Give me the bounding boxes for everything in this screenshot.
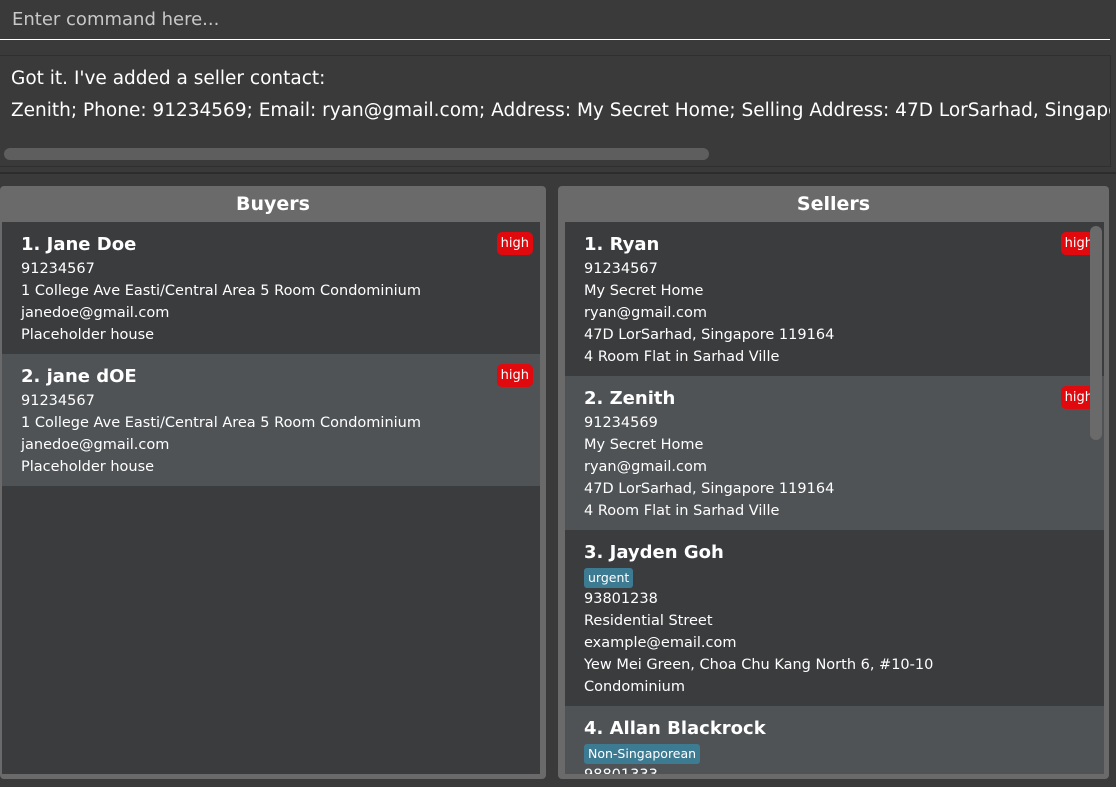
buyer-house: Placeholder house: [21, 327, 155, 343]
seller-address: My Secret Home: [584, 437, 704, 453]
seller-card[interactable]: 4. Allan Blackrock Non-Singaporean 98801…: [565, 706, 1104, 774]
buyer-phone: 91234567: [21, 393, 95, 409]
result-message-line-2: Zenith; Phone: 91234569; Email: ryan@gma…: [11, 100, 1111, 121]
seller-email: example@email.com: [584, 635, 737, 651]
buyer-address: 1 College Ave Easti/Central Area 5 Room …: [21, 283, 421, 299]
seller-card[interactable]: 3. Jayden Goh urgent 93801238 Residentia…: [565, 530, 1104, 706]
seller-address: Residential Street: [584, 613, 713, 629]
buyer-email: janedoe@gmail.com: [21, 437, 170, 453]
buyer-card[interactable]: 1. Jane Doe high 91234567 1 College Ave …: [2, 222, 540, 354]
buyer-email: janedoe@gmail.com: [21, 305, 170, 321]
tag-badge: urgent: [584, 568, 634, 588]
seller-email: ryan@gmail.com: [584, 305, 707, 321]
seller-card[interactable]: 1. Ryan high 91234567 My Secret Home rya…: [565, 222, 1104, 376]
command-box: [0, 0, 1116, 46]
seller-phone: 93801238: [584, 591, 658, 607]
tag-badge: Non-Singaporean: [584, 744, 701, 764]
buyer-address: 1 College Ave Easti/Central Area 5 Room …: [21, 415, 421, 431]
seller-email: ryan@gmail.com: [584, 459, 707, 475]
seller-name: 2. Zenith: [584, 388, 676, 409]
seller-name: 1. Ryan: [584, 234, 660, 255]
result-message-line-1: Got it. I've added a seller contact:: [11, 68, 326, 89]
buyer-name: 2. jane dOE: [21, 366, 137, 387]
tag-row: urgent: [584, 566, 1085, 588]
buyers-panel: Buyers 1. Jane Doe high 91234567 1 Colle…: [0, 186, 546, 779]
seller-name: 4. Allan Blackrock: [584, 718, 766, 739]
buyer-phone: 91234567: [21, 261, 95, 277]
seller-house: Condominium: [584, 679, 685, 695]
buyer-house: Placeholder house: [21, 459, 155, 475]
seller-card[interactable]: 2. Zenith high 91234569 My Secret Home r…: [565, 376, 1104, 530]
buyer-name: 1. Jane Doe: [21, 234, 137, 255]
divider: [0, 172, 1116, 174]
result-display: Got it. I've added a seller contact: Zen…: [0, 55, 1111, 167]
seller-address: My Secret Home: [584, 283, 704, 299]
result-horizontal-scrollbar[interactable]: [4, 148, 709, 160]
seller-phone: 91234569: [584, 415, 658, 431]
priority-badge: high: [496, 232, 533, 255]
command-input[interactable]: [0, 0, 1110, 40]
seller-phone: 91234567: [584, 261, 658, 277]
sellers-panel-title: Sellers: [796, 193, 871, 215]
tag-row: Non-Singaporean: [584, 742, 1085, 764]
seller-selling-address: 47D LorSarhad, Singapore 119164: [584, 327, 835, 343]
sellers-list[interactable]: 1. Ryan high 91234567 My Secret Home rya…: [565, 222, 1104, 774]
seller-selling-address: Yew Mei Green, Choa Chu Kang North 6, #1…: [584, 657, 934, 673]
buyers-list[interactable]: 1. Jane Doe high 91234567 1 College Ave …: [2, 222, 540, 774]
sellers-panel: Sellers 1. Ryan high 91234567 My Secret …: [558, 186, 1109, 779]
buyers-panel-title: Buyers: [236, 193, 310, 215]
seller-house: 4 Room Flat in Sarhad Ville: [584, 349, 780, 365]
buyer-card[interactable]: 2. jane dOE high 91234567 1 College Ave …: [2, 354, 540, 486]
seller-selling-address: 47D LorSarhad, Singapore 119164: [584, 481, 835, 497]
seller-house: 4 Room Flat in Sarhad Ville: [584, 503, 780, 519]
sellers-vertical-scrollbar[interactable]: [1090, 226, 1102, 440]
priority-badge: high: [496, 364, 533, 387]
seller-phone: 98801333: [584, 764, 1085, 774]
seller-name: 3. Jayden Goh: [584, 542, 724, 563]
